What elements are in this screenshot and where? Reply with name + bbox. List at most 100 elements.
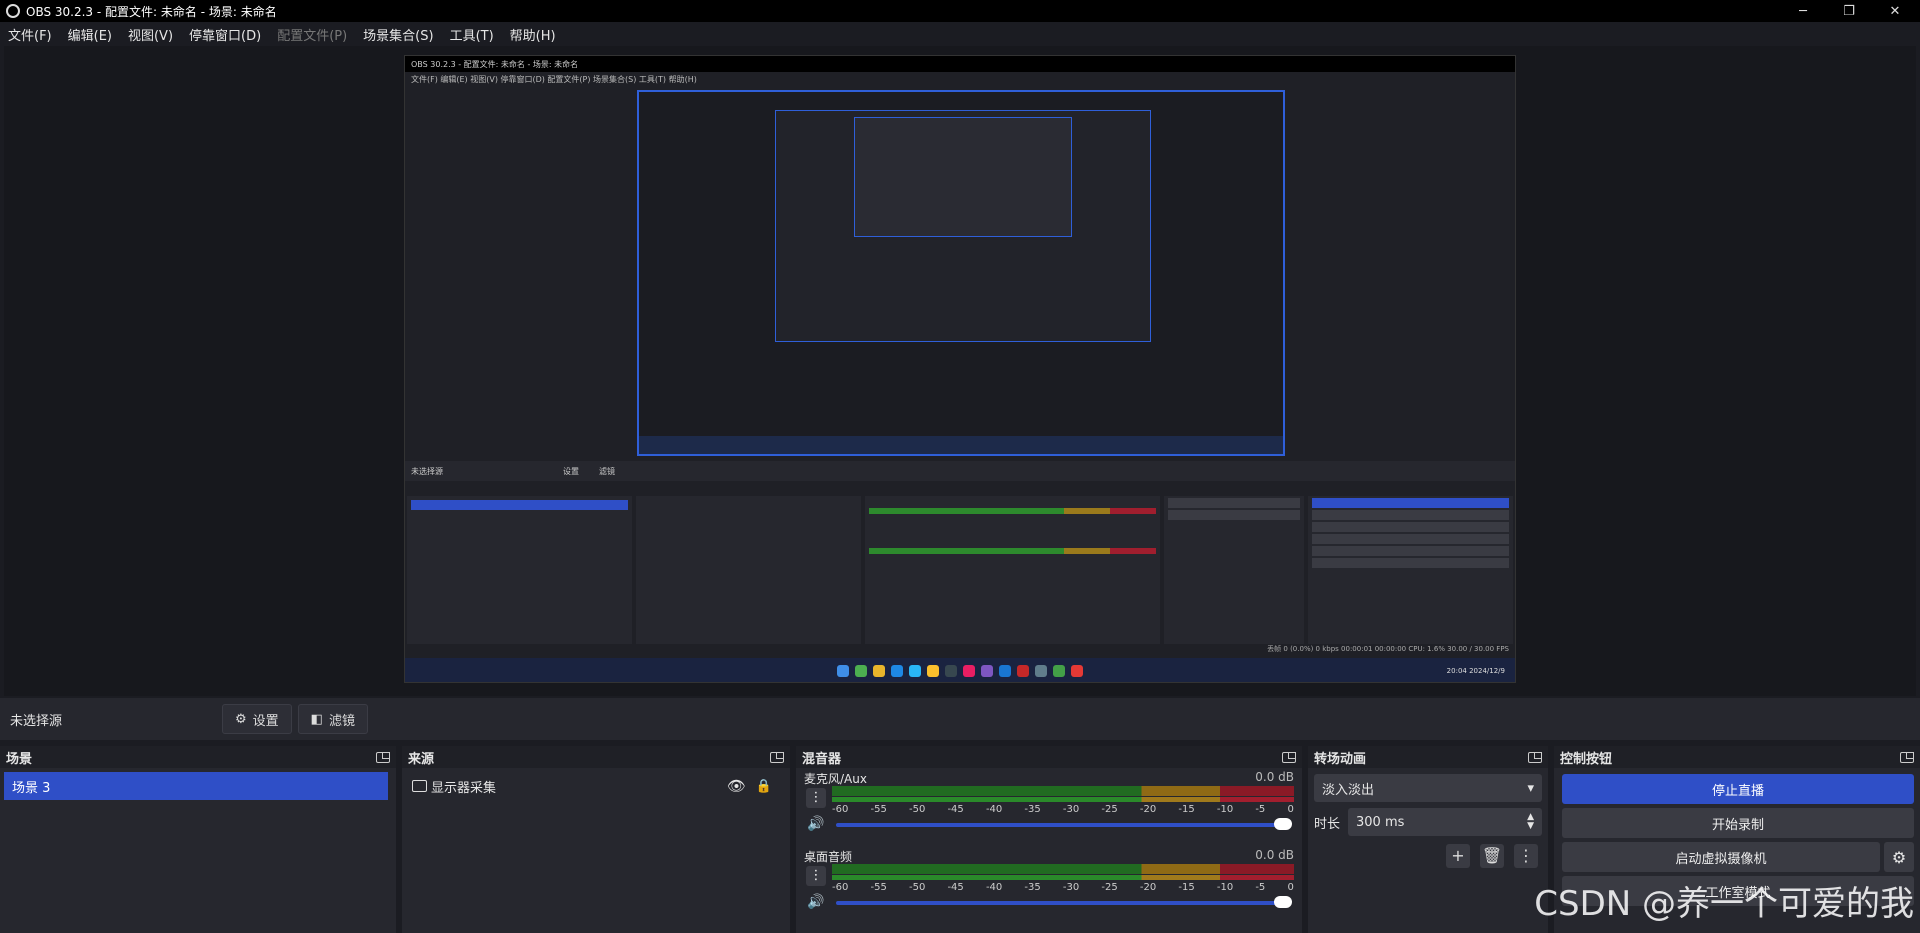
nested-clock-time: 20:04 [1446, 667, 1467, 675]
volume-meter [832, 864, 1294, 874]
transition-select[interactable]: 淡入淡出 ▾ [1314, 774, 1542, 802]
menu-edit[interactable]: 编辑(E) [60, 25, 120, 44]
nested-preview-inner [775, 110, 1151, 342]
taskbar-steam-icon [945, 665, 957, 677]
taskbar-chat-icon [855, 665, 867, 677]
channel-name: 桌面音频 [804, 850, 853, 864]
transitions-dock-header: 转场动画 [1308, 746, 1548, 768]
nested-taskbar-strip [639, 436, 1283, 454]
mixer-dock: 混音器 麦克风/Aux 0.0 dB -60 -55 -50 -45 -40 -35 -30… [796, 746, 1302, 933]
lock-icon[interactable]: 🔒 [756, 779, 772, 794]
undock-icon[interactable] [1900, 751, 1914, 763]
taskbar-browser-icon [891, 665, 903, 677]
trash-icon[interactable]: 🗑 [1480, 844, 1504, 868]
taskbar-tool-icon [981, 665, 993, 677]
taskbar-chrome-icon [927, 665, 939, 677]
volume-meter-peak [832, 797, 1294, 802]
nested-docks [405, 484, 1515, 644]
taskbar-folder-icon [873, 665, 885, 677]
scene-item-label: 场景 3 [12, 780, 51, 796]
nested-dock-transitions [1164, 484, 1304, 644]
nested-dock-scenes [407, 484, 633, 644]
volume-slider-handle[interactable] [1274, 818, 1292, 830]
undock-icon[interactable] [1528, 751, 1542, 763]
mixer-channel-desktop: 桌面音频 0.0 dB -60 -55 -50 -45 -40 -35 -30 -25 -20-… [796, 846, 1302, 924]
controls-dock-title: 控制按钮 [1560, 751, 1613, 767]
sources-dock-title: 来源 [408, 751, 435, 767]
csdn-watermark: CSDN @养一个可爱的我 [1534, 884, 1914, 924]
duration-row: 时长 300 ms ▲ ▼ [1314, 808, 1542, 836]
source-list-item[interactable]: 显示器采集 👁 🔒 [406, 772, 786, 800]
volume-slider[interactable] [836, 823, 1288, 827]
nested-dock-sources [636, 484, 862, 644]
nested-settings-label: 设置 [563, 466, 579, 476]
gear-icon[interactable]: ⚙ [1884, 842, 1914, 872]
stop-streaming-button[interactable]: 停止直播 [1562, 774, 1914, 804]
channel-menu-icon[interactable]: ⋮ [806, 866, 826, 886]
duration-spinbox[interactable]: 300 ms ▲ ▼ [1348, 808, 1542, 836]
transition-tools: + 🗑 ⋮ [1308, 844, 1538, 868]
nested-menu: 文件(F) 编辑(E) 视图(V) 停靠窗口(D) 配置文件(P) 场景集合(S… [411, 74, 697, 84]
taskbar-red-app-icon [1017, 665, 1029, 677]
maximize-button[interactable]: ❐ [1826, 0, 1872, 22]
menu-file[interactable]: 文件(F) [0, 25, 60, 44]
duration-label: 时长 [1314, 816, 1341, 832]
channel-menu-icon[interactable]: ⋮ [806, 788, 826, 808]
start-recording-button[interactable]: 开始录制 [1562, 808, 1914, 838]
kebab-menu-icon[interactable]: ⋮ [1514, 844, 1538, 868]
menu-help[interactable]: 帮助(H) [502, 25, 564, 44]
visibility-eye-icon[interactable]: 👁 [727, 777, 746, 795]
speaker-icon[interactable]: 🔊 [806, 814, 826, 834]
volume-slider-handle[interactable] [1274, 896, 1292, 908]
volume-meter [832, 786, 1294, 796]
close-button[interactable]: ✕ [1872, 0, 1918, 22]
menu-scene-collection[interactable]: 场景集合(S) [355, 25, 441, 44]
source-settings-button[interactable]: ⚙ 设置 [222, 704, 292, 734]
nested-preview-inner2 [854, 117, 1072, 237]
menu-tools[interactable]: 工具(T) [442, 25, 502, 44]
taskbar-vscode-icon [999, 665, 1011, 677]
controls-dock-header: 控制按钮 [1554, 746, 1920, 768]
scene-list-item[interactable]: 场景 3 [4, 772, 388, 800]
scenes-dock-header: 场景 [0, 746, 396, 768]
nested-sourcebar-label: 未选择源 [411, 466, 443, 476]
chevron-down-icon: ▾ [1527, 780, 1534, 796]
source-filters-label: 滤镜 [328, 713, 355, 729]
speaker-icon[interactable]: 🔊 [806, 892, 826, 912]
nested-title: OBS 30.2.3 - 配置文件: 未命名 - 场景: 未命名 [405, 56, 1515, 72]
undock-icon[interactable] [376, 751, 390, 763]
scenes-dock: 场景 场景 3 [0, 746, 396, 933]
menu-view[interactable]: 视图(V) [120, 25, 181, 44]
nested-filters-label: 滤镜 [599, 466, 615, 476]
sources-dock: 来源 显示器采集 👁 🔒 [402, 746, 790, 933]
scenes-dock-title: 场景 [6, 751, 33, 767]
nested-sourcebar: 未选择源 设置 滤镜 [405, 461, 1515, 481]
meter-scale: -60 -55 -50 -45 -40 -35 -30 -25 -20 -15 -10 -5 0 [832, 804, 1294, 815]
add-icon[interactable]: + [1446, 844, 1470, 868]
volume-meter-peak [832, 875, 1294, 880]
nested-taskbar: 20:04 2024/12/9 [405, 658, 1515, 682]
taskbar-green-app-icon [1053, 665, 1065, 677]
nested-clock-date: 2024/12/9 [1469, 667, 1505, 675]
duration-value: 300 ms [1356, 814, 1405, 830]
minimize-button[interactable]: ─ [1780, 0, 1826, 22]
meter-scale: -60 -55 -50 -45 -40 -35 -30 -25 -20 -15 -10 -5 0 [832, 882, 1294, 893]
nested-status-bar: 丢帧 0 (0.0%) 0 kbps 00:00:01 00:00:00 CPU… [405, 644, 1515, 658]
menu-profile: 配置文件(P) [277, 28, 348, 44]
no-source-label: 未选择源 [10, 713, 63, 729]
channel-name: 麦克风/Aux [804, 772, 867, 786]
menu-docks[interactable]: 停靠窗口(D) [181, 25, 269, 44]
undock-icon[interactable] [770, 751, 784, 763]
source-filters-button[interactable]: ◧ 滤镜 [297, 704, 368, 734]
source-settings-label: 设置 [252, 713, 279, 729]
start-virtual-camera-button[interactable]: 启动虚拟摄像机 [1562, 842, 1880, 872]
taskbar-misc-icon [1035, 665, 1047, 677]
transitions-dock: 转场动画 淡入淡出 ▾ 时长 300 ms ▲ ▼ + 🗑 ⋮ [1308, 746, 1548, 933]
undock-icon[interactable] [1282, 751, 1296, 763]
volume-slider[interactable] [836, 901, 1288, 905]
filter-icon: ◧ [310, 711, 323, 727]
spin-arrows-icon[interactable]: ▲ ▼ [1527, 813, 1534, 831]
nested-preview [637, 90, 1285, 456]
source-toolbar: 未选择源 ⚙ 设置 ◧ 滤镜 [0, 698, 1920, 740]
channel-db: 0.0 dB [1255, 848, 1294, 862]
